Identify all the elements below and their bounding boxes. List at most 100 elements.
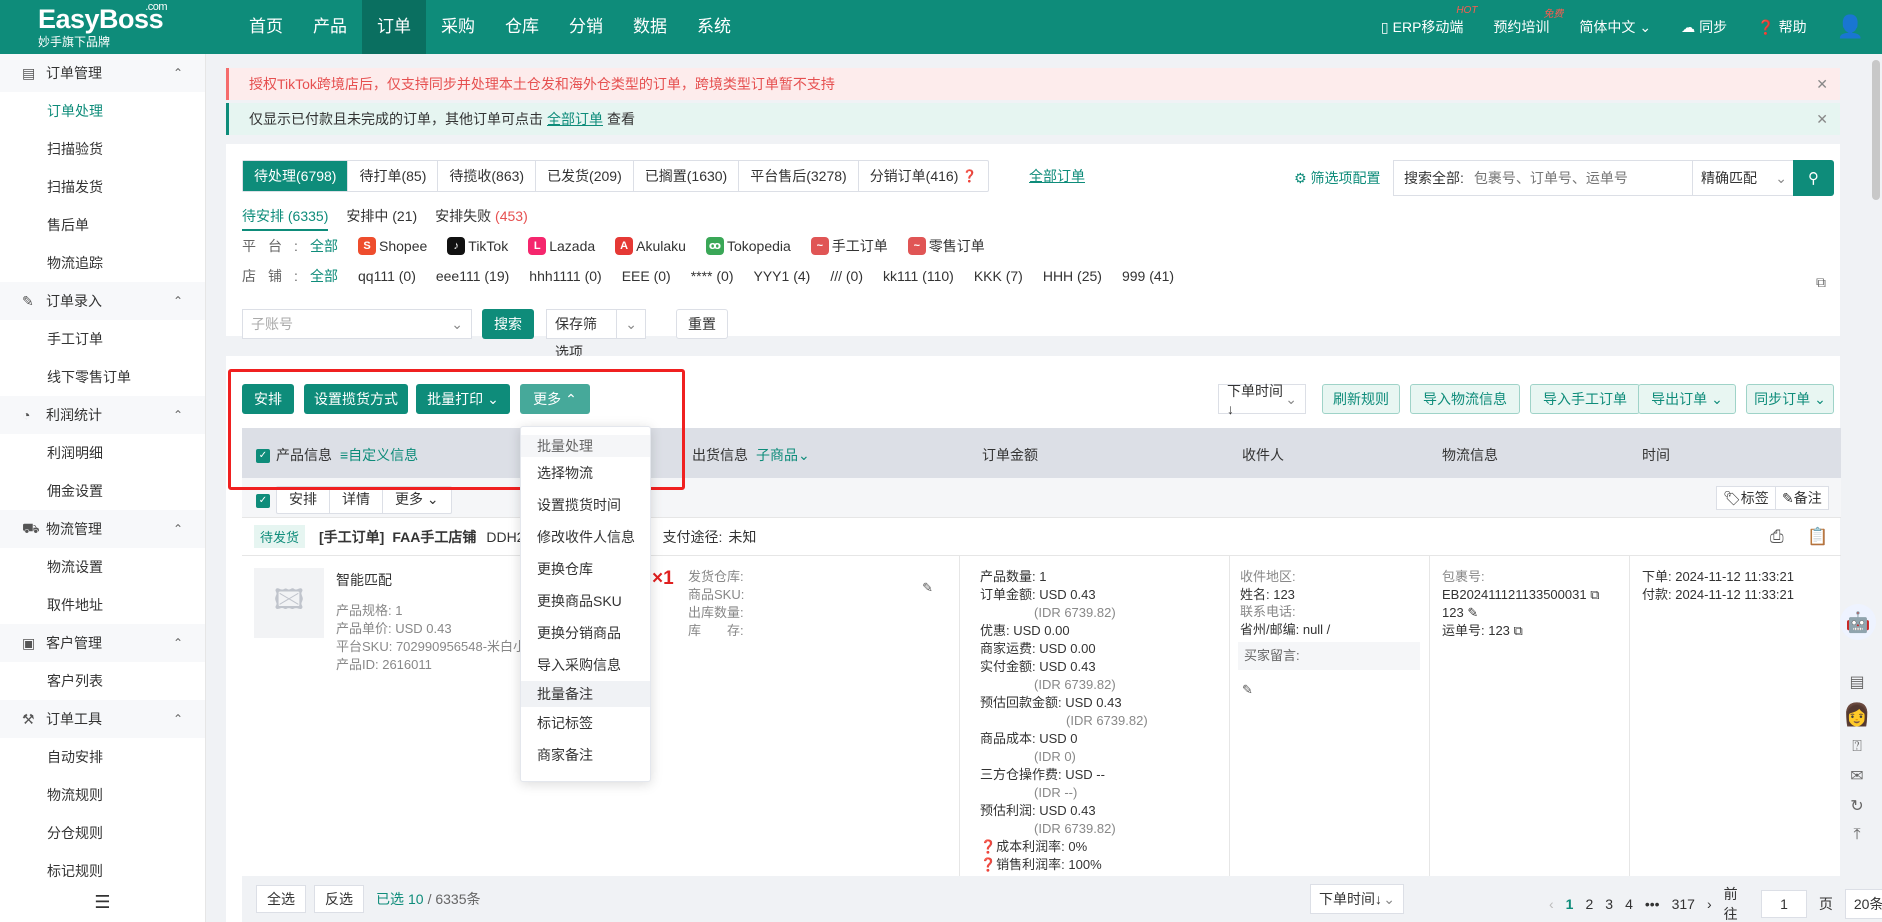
help-button[interactable]: ❓ 帮助 <box>1757 17 1806 37</box>
platform-option[interactable]: A Akulaku <box>615 237 686 255</box>
subtab-pending[interactable]: 待安排 (6335) <box>242 206 329 231</box>
chevron-down-icon[interactable]: ⌄ <box>617 316 645 333</box>
robot-assistant-icon[interactable]: 🤖 <box>1840 604 1876 640</box>
menu-item[interactable]: 导入采购信息 <box>521 649 650 681</box>
scrollbar[interactable] <box>1872 60 1880 200</box>
sidebar-item[interactable]: 扫描验货 <box>0 130 205 168</box>
row-more-button[interactable]: 更多 ⌄ <box>383 487 451 513</box>
pencil-icon[interactable]: ✎ <box>1242 682 1253 698</box>
feedback-icon[interactable]: ✉ <box>1850 766 1863 786</box>
nav-item-3[interactable]: 采购 <box>426 0 490 54</box>
sidebar-item[interactable]: 取件地址 <box>0 586 205 624</box>
shop-option[interactable]: eee111 (19) <box>436 268 509 284</box>
nav-item-0[interactable]: 首页 <box>234 0 298 54</box>
copy-icon[interactable]: ⧉ <box>1514 623 1523 638</box>
shop-option[interactable]: /// (0) <box>830 268 863 284</box>
search-input[interactable] <box>1463 161 1684 195</box>
training-link[interactable]: 预约培训 免费 <box>1493 9 1563 37</box>
page-2[interactable]: 3 <box>1605 896 1613 912</box>
shop-option[interactable]: HHH (25) <box>1043 268 1102 284</box>
sidebar-item[interactable]: 标记规则 <box>0 852 205 890</box>
import-logistics-button[interactable]: 导入物流信息 <box>1410 384 1520 414</box>
page-3[interactable]: 4 <box>1625 896 1633 912</box>
sidebar-item[interactable]: 售后单 <box>0 206 205 244</box>
shop-option[interactable]: KKK (7) <box>974 268 1023 284</box>
shop-option[interactable]: EEE (0) <box>622 268 671 284</box>
platform-option[interactable]: S Shopee <box>358 237 427 255</box>
sidebar-item[interactable]: 线下零售订单 <box>0 358 205 396</box>
collapse-menu-icon[interactable]: ☰ <box>0 892 205 922</box>
pencil-icon[interactable]: ✎ <box>1467 605 1478 620</box>
sidebar-group-4[interactable]: ▣ 客户管理 ⌃ <box>0 624 205 662</box>
menu-heading-note[interactable]: 批量备注 <box>521 681 650 707</box>
tab-status-4[interactable]: 已搁置(1630) <box>634 161 740 191</box>
sub-product-toggle[interactable]: 子商品⌄ <box>756 445 810 465</box>
menu-item[interactable]: 更换仓库 <box>521 553 650 585</box>
shop-option[interactable]: kk111 (110) <box>883 268 954 284</box>
refresh-icon[interactable]: ↻ <box>1850 796 1863 816</box>
tag-button[interactable]: 🏷标签 <box>1716 486 1776 510</box>
shop-option[interactable]: qq111 (0) <box>358 268 416 284</box>
import-manual-button[interactable]: 导入手工订单 <box>1530 384 1640 414</box>
menu-item[interactable]: 修改收件人信息 <box>521 521 650 553</box>
copy-icon[interactable]: ⧉ <box>1590 587 1599 602</box>
chevron-right-icon[interactable]: › <box>1707 896 1712 912</box>
close-icon[interactable]: ✕ <box>1816 76 1828 93</box>
page-4[interactable]: ••• <box>1645 896 1660 912</box>
select-all-button[interactable]: 全选 <box>256 885 306 913</box>
nav-item-6[interactable]: 数据 <box>618 0 682 54</box>
order-time-sort[interactable]: 下单时间↓ ⌄ <box>1218 383 1306 417</box>
tab-status-5[interactable]: 平台售后(3278) <box>739 161 859 191</box>
menu-item[interactable]: 选择物流 <box>521 457 650 489</box>
filter-config-button[interactable]: ⚙ 筛选项配置 <box>1294 168 1380 188</box>
copy-icon[interactable]: ⧉ <box>1816 274 1826 291</box>
document-icon[interactable]: ▤ <box>1849 672 1864 692</box>
sidebar-item[interactable]: 扫描发货 <box>0 168 205 206</box>
page-1[interactable]: 2 <box>1585 896 1593 912</box>
sidebar-item[interactable]: 自动安排 <box>0 738 205 776</box>
question-icon[interactable]: ⍰ <box>1852 738 1862 756</box>
chevron-left-icon[interactable]: ‹ <box>1549 896 1554 912</box>
row-arrange-button[interactable]: 安排 <box>277 487 330 513</box>
tab-status-6[interactable]: 分销订单(416) ❓ <box>859 161 989 191</box>
page-5[interactable]: 317 <box>1672 896 1695 912</box>
save-filter-button[interactable]: 保存筛选项 <box>547 310 618 360</box>
menu-item[interactable]: 更换商品SKU <box>521 585 650 617</box>
sidebar-item[interactable]: 利润明细 <box>0 434 205 472</box>
menu-item[interactable]: 更换分销商品 <box>521 617 650 649</box>
shop-option[interactable]: YYY1 (4) <box>754 268 811 284</box>
sidebar-item[interactable]: 分仓规则 <box>0 814 205 852</box>
support-avatar-icon[interactable]: 👩 <box>1843 702 1870 728</box>
all-orders-tab-link[interactable]: 全部订单 <box>1029 166 1085 186</box>
clipboard-icon[interactable]: 📋 <box>1807 527 1828 547</box>
note-button[interactable]: ✎备注 <box>1775 486 1829 510</box>
menu-item[interactable]: 商家备注 <box>521 739 650 771</box>
platform-option[interactable]: ꝏ Tokopedia <box>705 237 791 255</box>
sidebar-item[interactable]: 物流设置 <box>0 548 205 586</box>
nav-item-7[interactable]: 系统 <box>682 0 746 54</box>
user-avatar-icon[interactable]: 👤 <box>1837 14 1864 40</box>
nav-item-5[interactable]: 分销 <box>554 0 618 54</box>
shop-option[interactable]: 999 (41) <box>1122 268 1174 284</box>
order-number[interactable]: DDH2 <box>486 529 524 545</box>
sidebar-group-5[interactable]: ⚒ 订单工具 ⌃ <box>0 700 205 738</box>
back-to-top-icon[interactable]: ⤒ <box>1853 826 1860 844</box>
sync-orders-button[interactable]: 同步订单 ⌄ <box>1746 384 1834 414</box>
page-0[interactable]: 1 <box>1566 896 1574 912</box>
logo[interactable]: EasyBoss .com 妙手旗下品牌 <box>0 2 170 49</box>
shop-option[interactable]: hhh1111 (0) <box>529 268 601 284</box>
language-select[interactable]: 简体中文 ⌄ <box>1579 17 1651 37</box>
all-orders-link[interactable]: 全部订单 <box>547 109 603 129</box>
nav-item-4[interactable]: 仓库 <box>490 0 554 54</box>
sidebar-item[interactable]: 物流追踪 <box>0 244 205 282</box>
platform-all[interactable]: 全部 <box>310 236 338 256</box>
subtab-arranging[interactable]: 安排中 (21) <box>346 206 417 231</box>
sidebar-group-1[interactable]: ✎ 订单录入 ⌃ <box>0 282 205 320</box>
sidebar-group-3[interactable]: ⛟ 物流管理 ⌃ <box>0 510 205 548</box>
shop-all[interactable]: 全部 <box>310 266 338 286</box>
tab-status-0[interactable]: 待处理(6798) <box>243 161 349 191</box>
search-button[interactable]: 搜索 <box>482 309 534 339</box>
menu-item[interactable]: 标记标签 <box>521 707 650 739</box>
sync-button[interactable]: ☁ 同步 <box>1681 17 1727 37</box>
printer-icon[interactable]: ⎙ <box>1770 527 1784 547</box>
